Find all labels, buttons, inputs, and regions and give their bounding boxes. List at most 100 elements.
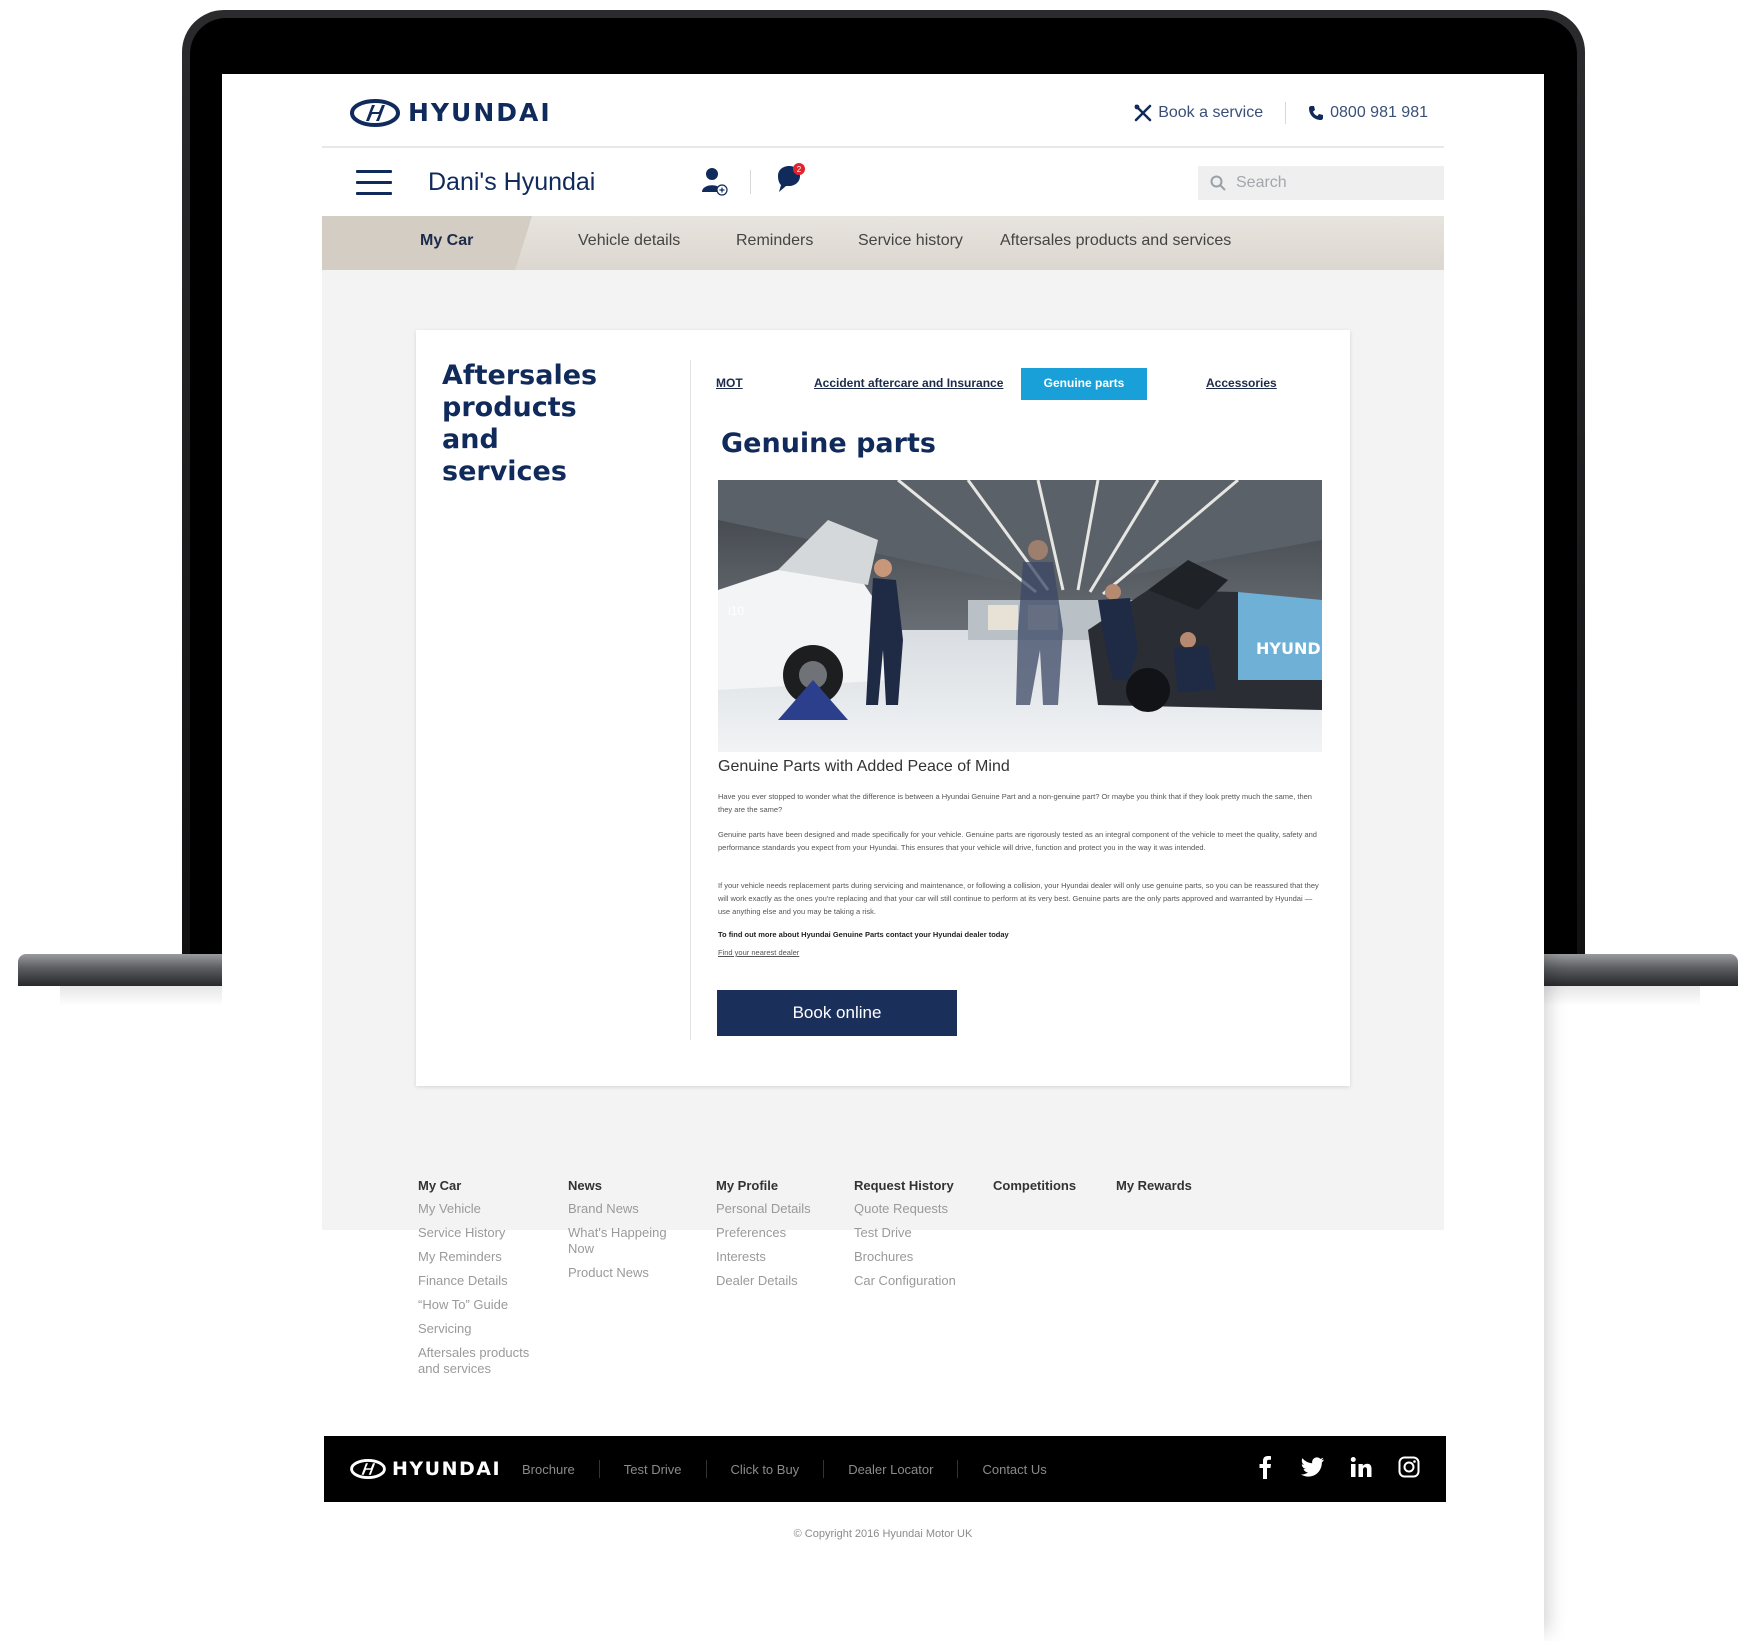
footer-link[interactable]: Brand News: [568, 1201, 708, 1217]
book-online-button[interactable]: Book online: [717, 990, 957, 1036]
footer-col-heading[interactable]: My Rewards: [1116, 1178, 1256, 1193]
section-title: Aftersales products and services: [442, 360, 598, 487]
footer-link[interactable]: Interests: [716, 1249, 856, 1265]
footer-link[interactable]: Product News: [568, 1265, 708, 1281]
footer-col-news: News Brand News What's Happeing Now Prod…: [568, 1178, 708, 1289]
sub-bar: Dani's Hyundai 2: [322, 150, 1444, 216]
phone-link[interactable]: 0800 981 981: [1308, 104, 1428, 122]
footer-link[interactable]: Servicing: [418, 1321, 558, 1337]
linkedin-icon[interactable]: [1348, 1454, 1374, 1480]
footer-link[interactable]: My Vehicle: [418, 1201, 558, 1217]
chat-badge-count: 2: [797, 165, 802, 174]
search-box: [1198, 166, 1444, 200]
footer-link-brochure[interactable]: Brochure: [522, 1462, 575, 1477]
divider: [598, 1460, 600, 1478]
divider: [750, 170, 751, 194]
divider: [705, 1460, 707, 1478]
tools-icon: [1134, 104, 1152, 122]
tab-accident-aftercare[interactable]: Accident aftercare and Insurance: [814, 376, 1003, 390]
hero-car-brand-text: HYUND: [1256, 639, 1321, 658]
footer-link[interactable]: Preferences: [716, 1225, 856, 1241]
paragraph-2: Genuine parts have been designed and mad…: [718, 830, 1317, 852]
footer-link-columns: My Car My Vehicle Service History My Rem…: [322, 1178, 1444, 1388]
footer-link-dealer-locator[interactable]: Dealer Locator: [848, 1462, 933, 1477]
chat-icon[interactable]: 2: [774, 162, 806, 196]
tab-accessories[interactable]: Accessories: [1206, 376, 1277, 390]
content-subheading: Genuine Parts with Added Peace of Mind: [718, 758, 1010, 775]
footer-link[interactable]: What's Happeing Now: [568, 1225, 678, 1257]
paragraph-3: If your vehicle needs replacement parts …: [718, 881, 1319, 916]
footer-col-competitions: Competitions: [993, 1178, 1133, 1201]
footer-col-heading[interactable]: News: [568, 1178, 708, 1193]
hamburger-menu-icon[interactable]: [356, 170, 392, 196]
footer-link[interactable]: “How To” Guide: [418, 1297, 558, 1313]
footer-hyundai-logo[interactable]: HYUNDAI: [350, 1458, 501, 1480]
footer-link[interactable]: My Reminders: [418, 1249, 558, 1265]
hyundai-emblem-icon: [350, 98, 400, 127]
search-icon: [1210, 175, 1226, 191]
footer-link[interactable]: Quote Requests: [854, 1201, 994, 1217]
tab-genuine-parts[interactable]: Genuine parts: [1021, 368, 1147, 400]
phone-number: 0800 981 981: [1330, 104, 1428, 121]
footer-link[interactable]: Brochures: [854, 1249, 994, 1265]
nav-item-service-history[interactable]: Service history: [858, 232, 963, 250]
footer-bar-links: Brochure Test Drive Click to Buy Dealer …: [522, 1460, 1047, 1478]
divider: [957, 1460, 959, 1478]
footer-link-click-to-buy[interactable]: Click to Buy: [731, 1462, 800, 1477]
find-dealer-link[interactable]: Find your nearest dealer: [718, 948, 799, 957]
hyundai-emblem-icon: [350, 1459, 386, 1479]
twitter-icon[interactable]: [1300, 1454, 1326, 1480]
book-service-link[interactable]: Book a service: [1134, 104, 1263, 122]
hyundai-logo[interactable]: HYUNDAI: [350, 98, 552, 127]
laptop-base-right: [1540, 954, 1738, 986]
divider: [690, 360, 691, 1040]
brand-wordmark: HYUNDAI: [408, 98, 552, 127]
footer-col-request-history: Request History Quote Requests Test Driv…: [854, 1178, 994, 1297]
laptop-shadow-left: [60, 986, 222, 1006]
content-card: Aftersales products and services MOT Acc…: [416, 330, 1350, 1086]
footer-col-heading[interactable]: My Profile: [716, 1178, 856, 1193]
laptop-base-left: [18, 954, 222, 986]
facebook-icon[interactable]: [1252, 1454, 1278, 1480]
brand-wordmark: HYUNDAI: [392, 1458, 502, 1480]
divider: [1285, 102, 1287, 124]
footer-link-test-drive[interactable]: Test Drive: [624, 1462, 682, 1477]
instagram-icon[interactable]: [1396, 1454, 1422, 1480]
cta-text: To find out more about Hyundai Genuine P…: [718, 930, 1009, 939]
footer-link[interactable]: Test Drive: [854, 1225, 994, 1241]
book-service-label: Book a service: [1158, 104, 1264, 121]
search-input[interactable]: [1236, 174, 1426, 192]
footer-col-heading[interactable]: My Car: [418, 1178, 558, 1193]
top-links: Book a service 0800 981 981: [1134, 102, 1428, 124]
site-title: Dani's Hyundai: [428, 168, 596, 196]
nav-item-aftersales[interactable]: Aftersales products and services: [1000, 232, 1231, 250]
main-nav: My Car Vehicle details Reminders Service…: [322, 216, 1444, 270]
footer-link[interactable]: Personal Details: [716, 1201, 856, 1217]
page-container: HYUNDAI Book a service 0800 981 981 Dani…: [322, 74, 1446, 1641]
footer-col-heading[interactable]: Competitions: [993, 1178, 1133, 1193]
social-links: [1252, 1454, 1422, 1480]
top-bar: HYUNDAI Book a service 0800 981 981: [322, 74, 1444, 148]
web-page: HYUNDAI Book a service 0800 981 981 Dani…: [222, 74, 1544, 1641]
footer-link[interactable]: Finance Details: [418, 1273, 558, 1289]
footer-col-my-car: My Car My Vehicle Service History My Rem…: [418, 1178, 558, 1385]
footer-link[interactable]: Service History: [418, 1225, 558, 1241]
footer-link[interactable]: Aftersales products and services: [418, 1345, 538, 1377]
footer-link-contact-us[interactable]: Contact Us: [982, 1462, 1046, 1477]
footer-col-my-rewards: My Rewards: [1116, 1178, 1256, 1201]
copyright-text: © Copyright 2016 Hyundai Motor UK: [793, 1528, 973, 1540]
footer-link[interactable]: Dealer Details: [716, 1273, 856, 1289]
footer-link[interactable]: Car Configuration: [854, 1273, 994, 1289]
nav-item-my-car[interactable]: My Car: [420, 232, 473, 250]
footer-col-my-profile: My Profile Personal Details Preferences …: [716, 1178, 856, 1297]
phone-icon: [1309, 106, 1324, 120]
nav-item-vehicle-details[interactable]: Vehicle details: [578, 232, 680, 250]
user-icon[interactable]: [700, 166, 728, 196]
nav-item-reminders[interactable]: Reminders: [736, 232, 813, 250]
tab-mot[interactable]: MOT: [716, 376, 743, 390]
workshop-hero-image: i10 HYUND: [718, 480, 1322, 752]
hero-car-model: i10: [728, 604, 744, 618]
footer-bar: HYUNDAI Brochure Test Drive Click to Buy…: [324, 1436, 1446, 1502]
laptop-shadow-right: [1540, 986, 1700, 1006]
footer-col-heading[interactable]: Request History: [854, 1178, 994, 1193]
